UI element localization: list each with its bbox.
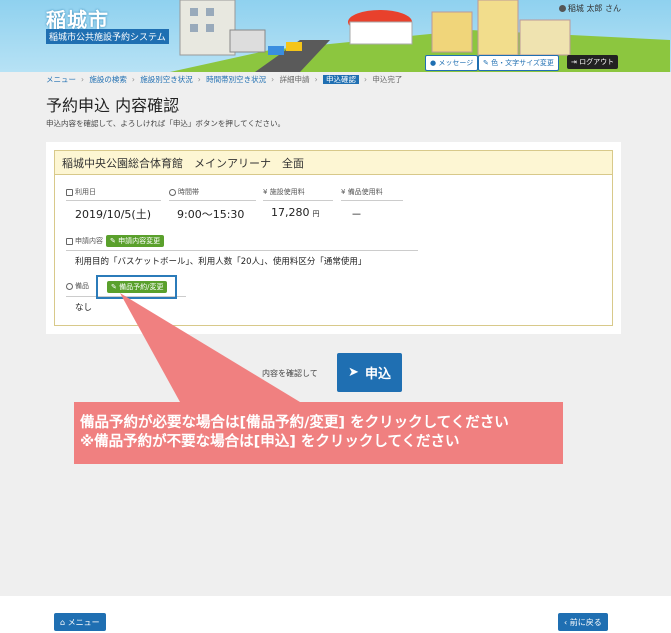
equip-fee-value: － <box>351 208 362 221</box>
chevron-left-icon: ‹ <box>564 618 568 627</box>
breadcrumb-sep: › <box>131 75 135 84</box>
calendar-icon <box>66 188 73 196</box>
submit-button[interactable]: ➤ 申込 <box>337 353 402 392</box>
font-size-button[interactable]: ✎ 色・文字サイズ変更 <box>478 55 559 71</box>
breadcrumb-sep: › <box>314 75 318 84</box>
document-icon <box>66 237 73 245</box>
fee-label: ¥ 施設使用料 <box>263 187 305 197</box>
date-label: 利用日 <box>66 187 96 197</box>
divider <box>341 200 403 201</box>
content-panel: 稲城中央公園総合体育館 メインアリーナ 全面 利用日 2019/10/5(土) … <box>46 142 621 334</box>
message-button[interactable]: ● メッセージ <box>425 55 479 71</box>
equip-fee-label: ¥ 備品使用料 <box>341 187 383 197</box>
clock-icon <box>169 188 176 196</box>
yen-icon: ¥ <box>263 188 270 196</box>
user-label: 稲城 太郎 さん <box>567 4 621 13</box>
date-label-text: 利用日 <box>75 188 96 196</box>
page-title: 予約申込 内容確認 <box>46 96 180 115</box>
site-subtitle: 稲城市公共施設予約システム <box>46 29 169 44</box>
content-change-label: 申請内容変更 <box>118 237 161 245</box>
gear-icon <box>66 282 73 290</box>
user-name: 稲城 太郎 さん <box>558 3 621 14</box>
breadcrumb-search[interactable]: 施設の検索 <box>89 75 127 84</box>
content-label: 申請内容 ✎ 申請内容変更 <box>66 235 165 247</box>
comment-icon: ● <box>430 59 437 67</box>
yen-icon: ¥ <box>341 188 348 196</box>
fee-unit: 円 <box>312 210 320 218</box>
equipment-label: 備品 <box>66 281 89 291</box>
logout-button[interactable]: ⇥ ログアウト <box>567 55 619 69</box>
message-label: メッセージ <box>438 59 474 67</box>
submit-label: 申込 <box>364 367 391 382</box>
breadcrumb-facility-avail[interactable]: 施設別空き状況 <box>140 75 193 84</box>
time-label: 時間帯 <box>169 187 199 197</box>
divider <box>66 200 161 201</box>
equip-fee-label-text: 備品使用料 <box>347 188 383 196</box>
content-value: 利用目的「バスケットボール」、利用人数「20人」、使用料区分「通常使用」 <box>75 257 367 267</box>
breadcrumb-sep: › <box>271 75 275 84</box>
menu-button[interactable]: ⌂ メニュー <box>54 613 106 631</box>
page-description: 申込内容を確認して、よろしければ「申込」ボタンを押してください。 <box>46 119 285 128</box>
fee-label-text: 施設使用料 <box>269 188 305 196</box>
logout-icon: ⇥ <box>571 58 577 66</box>
instruction-callout: 備品予約が必要な場合は[備品予約/変更] をクリックしてください ※備品予約が不… <box>74 402 563 464</box>
user-icon <box>558 5 566 12</box>
breadcrumb-menu[interactable]: メニュー <box>46 75 76 84</box>
logout-label: ログアウト <box>579 58 615 66</box>
back-label: 前に戻る <box>569 618 602 627</box>
breadcrumb-sep: › <box>197 75 201 84</box>
facility-name: 稲城中央公園総合体育館 メインアリーナ 全面 <box>55 151 612 175</box>
breadcrumb: メニュー › 施設の検索 › 施設別空き状況 › 時間帯別空き状況 › 詳細申請 › 申込… <box>46 74 404 85</box>
breadcrumb-complete: 申込完了 <box>372 75 403 84</box>
content-label-text: 申請内容 <box>75 237 103 245</box>
content-change-button[interactable]: ✎ 申請内容変更 <box>106 235 165 247</box>
pencil-icon: ✎ <box>483 59 489 67</box>
callout-line-2: ※備品予約が不要な場合は[申込] をクリックしてください <box>80 434 460 450</box>
divider <box>169 200 256 201</box>
paper-plane-icon: ➤ <box>348 365 359 380</box>
breadcrumb-sep: › <box>81 75 84 84</box>
equipment-value: なし <box>75 303 93 313</box>
header: 稲城市 稲城市公共施設予約システム 稲城 太郎 さん ● メッセージ ✎ 色・文… <box>0 0 671 72</box>
equipment-label-text: 備品 <box>75 282 89 290</box>
breadcrumb-sep: › <box>363 75 367 84</box>
reservation-card: 稲城中央公園総合体育館 メインアリーナ 全面 利用日 2019/10/5(土) … <box>54 150 613 326</box>
divider <box>263 200 333 201</box>
time-label-text: 時間帯 <box>178 188 199 196</box>
breadcrumb-detail: 詳細申請 <box>279 75 310 84</box>
fee-amount: 17,280 <box>271 206 310 219</box>
confirm-text: 内容を確認して <box>262 369 318 378</box>
time-value: 9:00～15:30 <box>177 208 245 221</box>
back-button[interactable]: ‹ 前に戻る <box>558 613 608 631</box>
menu-label: メニュー <box>67 618 100 627</box>
breadcrumb-current: 申込確認 <box>322 75 359 84</box>
date-value: 2019/10/5(土) <box>75 208 151 221</box>
breadcrumb-time-avail[interactable]: 時間帯別空き状況 <box>206 75 266 84</box>
divider <box>66 250 418 251</box>
equip-button-highlight <box>96 275 177 299</box>
font-size-label: 色・文字サイズ変更 <box>491 59 554 67</box>
home-icon: ⌂ <box>60 618 66 627</box>
fee-value: 17,280 円 <box>271 206 320 219</box>
callout-line-1: 備品予約が必要な場合は[備品予約/変更] をクリックしてください <box>80 415 509 431</box>
